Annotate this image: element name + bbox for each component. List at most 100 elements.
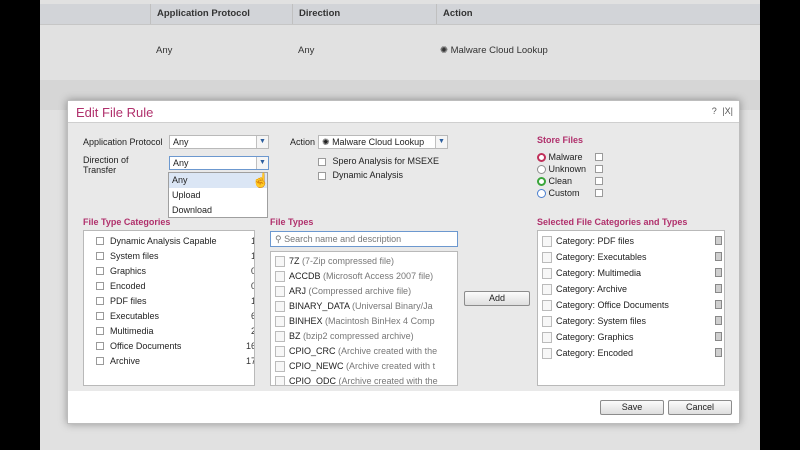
store-clean-checkbox[interactable] [595,177,603,185]
store-custom-label: Custom [548,188,580,198]
trash-icon[interactable] [715,268,722,277]
trash-icon[interactable] [715,316,722,325]
file-icon [542,316,552,328]
trash-icon[interactable] [715,332,722,341]
store-custom[interactable]: Custom [537,188,607,199]
category-checkbox[interactable] [96,357,104,365]
file-type-desc: (Compressed archive file) [308,286,412,296]
list-item[interactable]: Graphics 0 [96,265,254,277]
category-name: Archive [110,356,141,366]
help-icon[interactable]: ? [712,106,717,116]
store-unknown[interactable]: Unknown [537,164,607,175]
direction-option-upload[interactable]: Upload [169,188,267,203]
file-type-name: CPIO_CRC [289,346,336,356]
cancel-button[interactable]: Cancel [668,400,732,415]
file-type-name: CPIO_NEWC [289,361,344,371]
spero-analysis-option[interactable]: Spero Analysis for MSEXE [318,156,439,166]
category-checkbox[interactable] [96,237,104,245]
list-item[interactable]: Dynamic Analysis Capable 1 [96,235,254,247]
list-item[interactable]: Encoded 0 [96,280,254,292]
add-button[interactable]: Add [464,291,530,306]
selected-item-label: Category: System files [556,316,647,326]
application-protocol-select[interactable]: Any ▼ [169,135,269,149]
file-types-list[interactable]: 7Z (7-Zip compressed file) ACCDB (Micros… [270,251,458,386]
list-item[interactable]: Category: Encoded [542,346,724,360]
file-types-search-input[interactable]: ⚲ Search name and description [270,231,458,247]
close-icon[interactable]: |X| [722,106,733,116]
trash-icon[interactable] [715,252,722,261]
list-item[interactable]: Executables 6 [96,310,254,322]
application-protocol-label: Application Protocol [83,137,163,147]
list-item[interactable]: BINARY_DATA (Universal Binary/Ja [275,299,451,313]
category-name: Multimedia [110,326,154,336]
application-protocol-value: Any [173,137,189,147]
category-checkbox[interactable] [96,297,104,305]
store-clean[interactable]: Clean [537,176,607,187]
list-item[interactable]: Category: Office Documents [542,298,724,312]
file-icon [542,284,552,296]
list-item[interactable]: Category: PDF files [542,234,724,248]
list-item[interactable]: Multimedia 2 [96,325,254,337]
list-item[interactable]: Category: System files [542,314,724,328]
row-action: ✺ Malware Cloud Lookup [440,45,548,56]
row-direction: Any [298,45,315,56]
list-item[interactable]: Office Documents 16 [96,340,254,352]
direction-option-download[interactable]: Download [169,203,267,218]
selected-item-label: Category: Executables [556,252,647,262]
file-icon [542,236,552,248]
action-value: Malware Cloud Lookup [332,137,425,147]
dynamic-analysis-label: Dynamic Analysis [332,170,404,180]
file-type-desc: (Archive created with the [338,376,438,386]
save-button[interactable]: Save [600,400,664,415]
spero-analysis-checkbox[interactable] [318,157,326,166]
list-item[interactable]: Category: Executables [542,250,724,264]
dynamic-analysis-option[interactable]: Dynamic Analysis [318,170,403,180]
category-checkbox[interactable] [96,267,104,275]
list-item[interactable]: System files 1 [96,250,254,262]
file-type-desc: (Archive created with t [346,361,436,371]
list-item[interactable]: CPIO_NEWC (Archive created with t [275,359,451,373]
list-item[interactable]: ACCDB (Microsoft Access 2007 file) [275,269,451,283]
store-unknown-label: Unknown [548,164,587,174]
trash-icon[interactable] [715,348,722,357]
store-malware[interactable]: Malware [537,152,607,163]
column-direction[interactable]: Direction [292,4,434,24]
list-item[interactable]: Category: Graphics [542,330,724,344]
file-type-categories-list[interactable]: Dynamic Analysis Capable1 System files1 … [83,230,255,386]
action-select[interactable]: ✺ Malware Cloud Lookup ▼ [318,135,448,149]
file-icon [275,286,285,298]
list-item[interactable]: CPIO_CRC (Archive created with the [275,344,451,358]
list-item[interactable]: Category: Multimedia [542,266,724,280]
trash-icon[interactable] [715,284,722,293]
category-checkbox[interactable] [96,327,104,335]
column-application-protocol[interactable]: Application Protocol [150,4,292,24]
column-action[interactable]: Action [436,4,766,24]
list-item[interactable]: Archive 17 [96,355,254,367]
store-malware-checkbox[interactable] [595,153,603,161]
selected-categories-list[interactable]: Category: PDF files Category: Executable… [537,230,725,386]
list-item[interactable]: BZ (bzip2 compressed archive) [275,329,451,343]
list-item[interactable]: 7Z (7-Zip compressed file) [275,254,451,268]
category-checkbox[interactable] [96,342,104,350]
store-unknown-checkbox[interactable] [595,165,603,173]
list-item[interactable]: ARJ (Compressed archive file) [275,284,451,298]
direction-label-line1: Direction of [83,155,129,165]
trash-icon[interactable] [715,236,722,245]
category-checkbox[interactable] [96,312,104,320]
category-checkbox[interactable] [96,252,104,260]
list-item[interactable]: CPIO_ODC (Archive created with the [275,374,451,386]
chevron-down-icon: ▼ [435,136,447,148]
store-custom-checkbox[interactable] [595,189,603,197]
direction-select[interactable]: Any ▼ [169,156,269,170]
trash-icon[interactable] [715,300,722,309]
category-name: Graphics [110,266,147,276]
list-item[interactable]: PDF files 1 [96,295,254,307]
dynamic-analysis-checkbox[interactable] [318,171,326,180]
list-item[interactable]: Category: Archive [542,282,724,296]
category-checkbox[interactable] [96,282,104,290]
background-table-header: Application Protocol Direction Action [40,4,760,25]
category-name: Dynamic Analysis Capable [110,236,217,246]
file-type-categories-title: File Type Categories [83,217,171,227]
file-icon [275,331,285,343]
list-item[interactable]: BINHEX (Macintosh BinHex 4 Comp [275,314,451,328]
